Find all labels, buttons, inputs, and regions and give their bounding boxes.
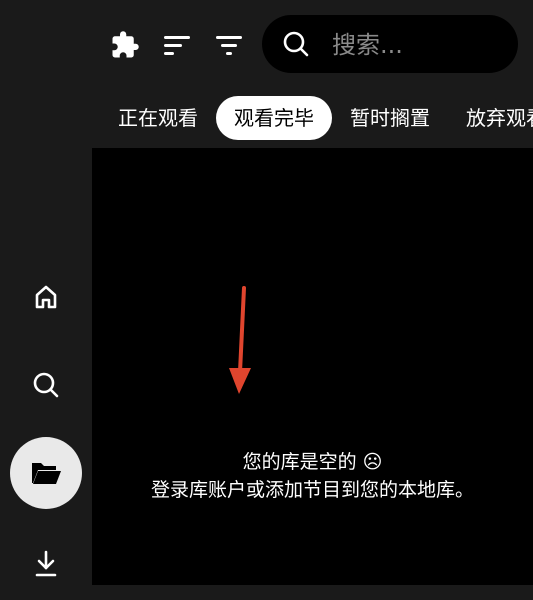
library-content [92,148,533,585]
search-box[interactable] [262,15,518,73]
empty-state-title: 您的库是空的 ☹ [242,451,383,473]
download-icon [35,550,57,577]
tab-completed[interactable]: 观看完毕 [216,96,332,140]
tab-watching[interactable]: 正在观看 [100,96,216,140]
empty-state: 您的库是空的 ☹ 登录库账户或添加节目到您的本地库。 [92,448,533,504]
sidebar-item-downloads[interactable] [10,528,82,600]
annotation-arrow-icon [229,286,251,394]
sidebar-item-library[interactable] [10,437,82,509]
sort-icon[interactable] [160,28,194,62]
sidebar-item-home[interactable] [10,261,82,333]
sidebar-item-search[interactable] [10,349,82,421]
home-icon [35,285,57,309]
filter-icon[interactable] [212,28,246,62]
empty-state-hint: 登录库账户或添加节目到您的本地库。 [150,479,474,501]
tab-dropped[interactable]: 放弃观看 [448,96,533,140]
extension-icon[interactable] [108,28,142,62]
folder-open-icon [32,463,61,484]
top-bar: 正在观看 观看完毕 暂时搁置 放弃观看 [0,0,533,148]
tab-on-hold[interactable]: 暂时搁置 [332,96,448,140]
search-input[interactable] [330,27,504,63]
search-icon [283,31,309,57]
sidebar [0,148,92,585]
tab-bar: 正在观看 观看完毕 暂时搁置 放弃观看 [100,96,533,140]
search-icon [33,372,59,398]
